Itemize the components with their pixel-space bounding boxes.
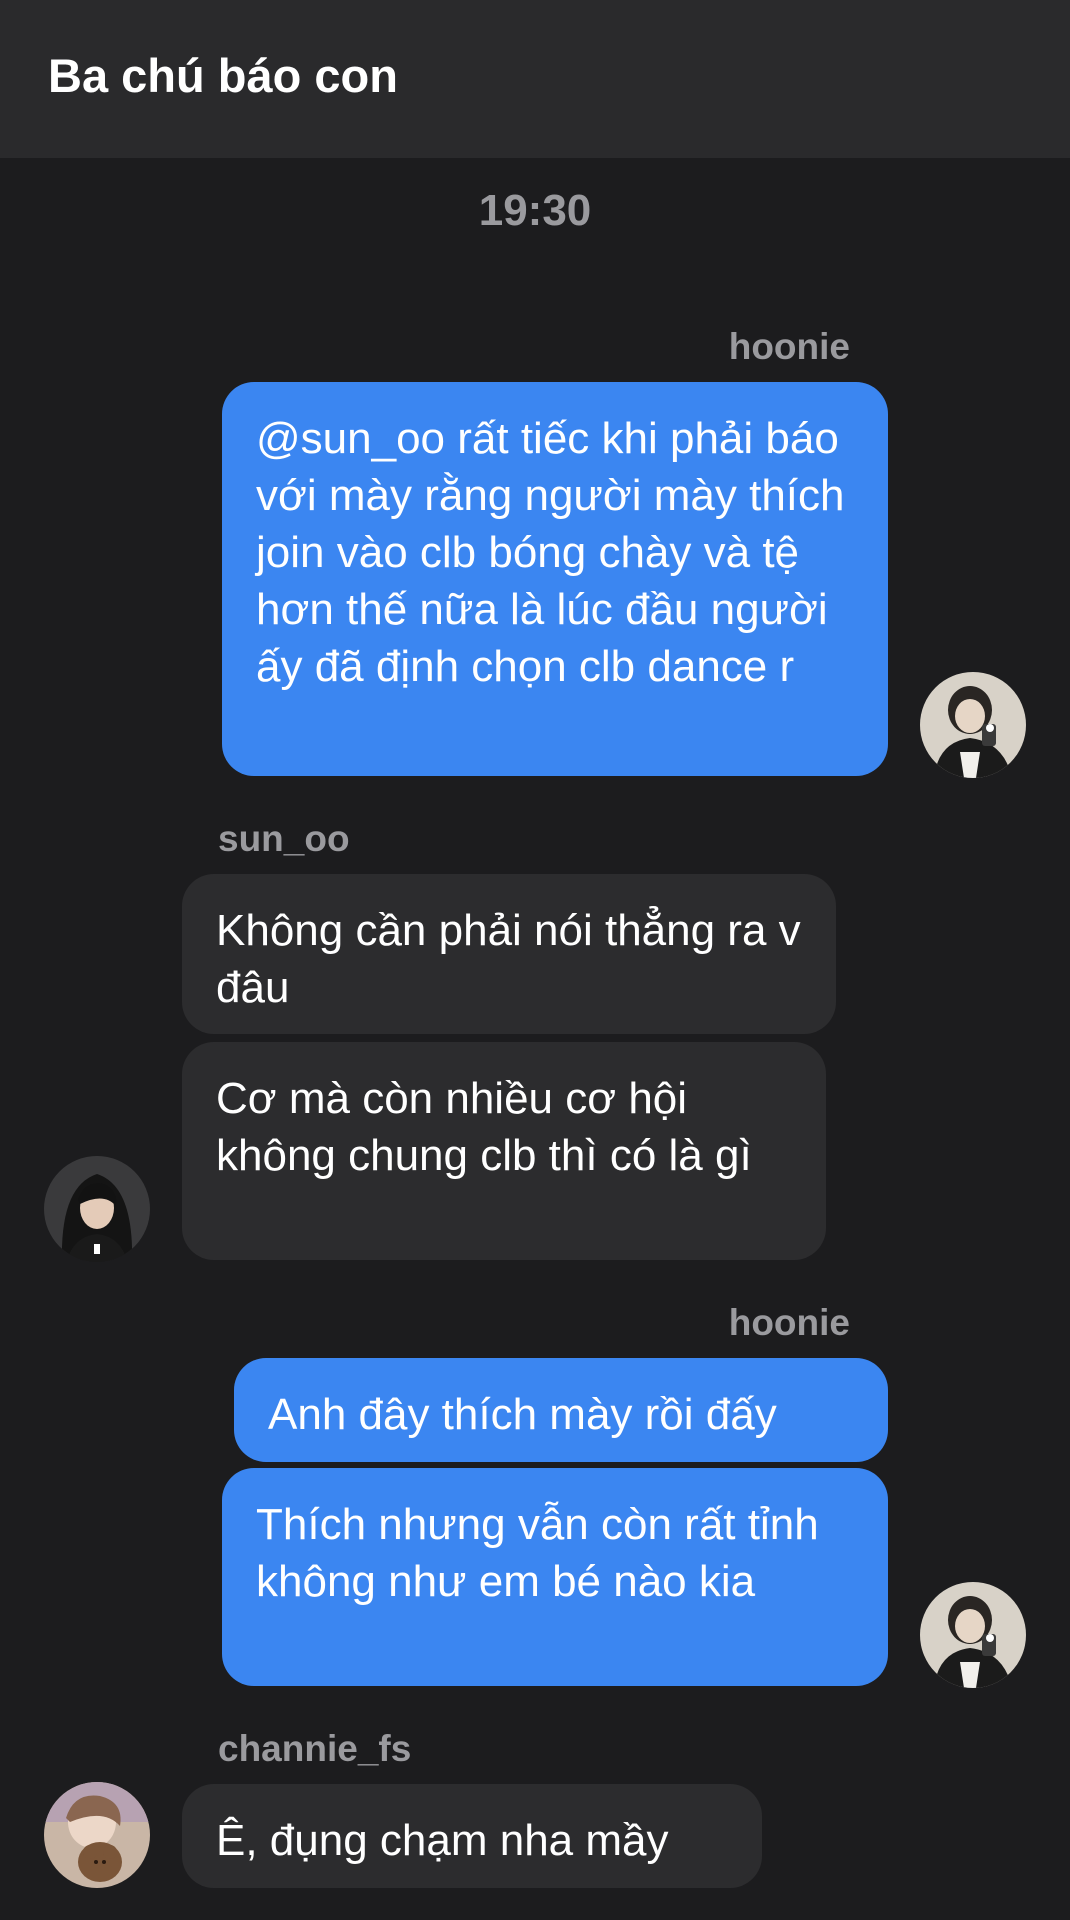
message-bubble[interactable]: @sun_oo rất tiếc khi phải báo với mày rằ… [222,382,888,776]
message-bubble[interactable]: Thích nhưng vẫn còn rất tỉnh không như e… [222,1468,888,1686]
message-bubble[interactable]: Anh đây thích mày rồi đấy [234,1358,888,1462]
avatar-sun-oo[interactable] [44,1156,150,1262]
avatar-hoonie[interactable] [920,672,1026,778]
sender-name: sun_oo [218,818,350,859]
sender-name: channie_fs [218,1728,412,1769]
avatar-hoonie-icon [920,1582,1026,1688]
avatar-sun-oo-icon [44,1156,150,1262]
sender-name: hoonie [728,1302,850,1343]
chat-title[interactable]: Ba chú báo con [48,48,398,103]
chat-header: Ba chú báo con [0,0,1070,158]
avatar-channie-fs[interactable] [44,1782,150,1888]
avatar-hoonie[interactable] [920,1582,1026,1688]
message-bubble[interactable]: Không cần phải nói thẳng ra v đâu [182,874,836,1034]
message-bubble[interactable]: Cơ mà còn nhiều cơ hội không chung clb t… [182,1042,826,1260]
message-bubble[interactable]: Ê, đụng chạm nha mầy [182,1784,762,1888]
avatar-channie-fs-icon [44,1782,150,1888]
message-timestamp: 19:30 [478,186,592,235]
sender-name: hoonie [728,326,850,367]
avatar-hoonie-icon [920,672,1026,778]
